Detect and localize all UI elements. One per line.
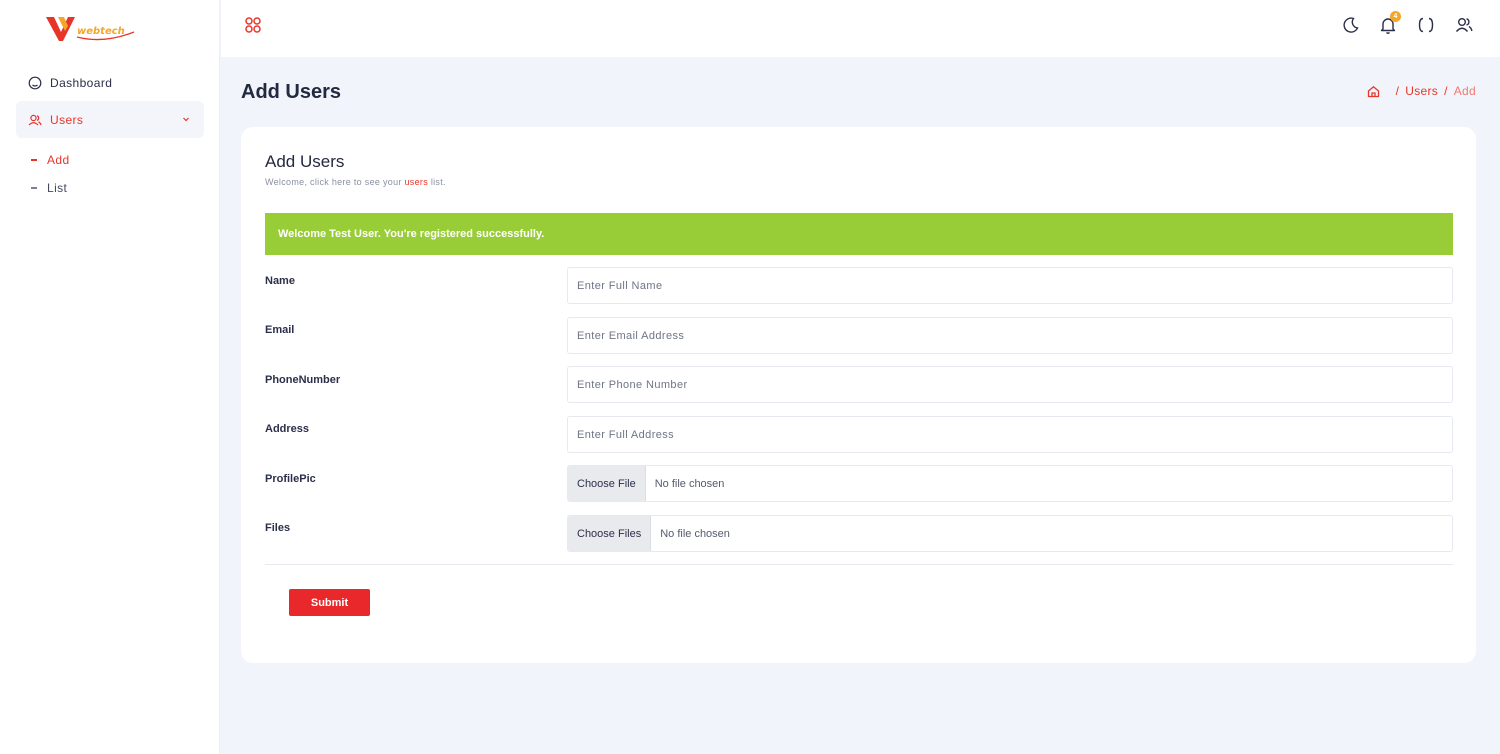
user-icon[interactable] <box>1454 15 1474 35</box>
email-label: Email <box>265 324 295 336</box>
top-header <box>221 0 1500 57</box>
files-file-input[interactable]: Choose Files No file chosen <box>567 515 1453 552</box>
profile-pic-file-input[interactable]: Choose File No file chosen <box>567 465 1453 502</box>
apps-grid-icon[interactable] <box>243 15 263 35</box>
svg-text:webtech: webtech <box>77 26 125 37</box>
add-users-card: Add Users Welcome, click here to see you… <box>241 127 1476 663</box>
users-list-link[interactable]: users <box>405 177 429 187</box>
file-status: No file chosen <box>654 477 725 490</box>
divider <box>265 564 1453 565</box>
submit-button[interactable]: Submit <box>289 589 370 616</box>
fullscreen-icon[interactable] <box>1416 15 1436 35</box>
profile-pic-label: ProfilePic <box>265 473 316 485</box>
users-icon <box>28 113 42 127</box>
choose-files-button[interactable]: Choose Files <box>568 516 652 551</box>
sidebar-subitem-label: Add <box>47 153 70 167</box>
notification-badge: 4 <box>1390 11 1401 22</box>
sidebar-subitem-list[interactable]: List <box>31 181 67 195</box>
phone-label: PhoneNumber <box>265 374 341 386</box>
card-title: Add Users <box>265 152 345 171</box>
choose-file-button[interactable]: Choose File <box>568 466 646 501</box>
sidebar: webtech Dashboard Users Add List <box>0 0 220 754</box>
chevron-down-icon <box>180 113 192 125</box>
home-icon[interactable] <box>1367 85 1380 98</box>
name-input[interactable] <box>567 267 1453 304</box>
breadcrumb-separator: / <box>1444 84 1448 98</box>
dash-bullet <box>31 159 37 161</box>
address-label: Address <box>265 423 310 435</box>
subtitle-text: list. <box>430 177 446 187</box>
breadcrumb-current: Add <box>1453 84 1476 98</box>
sidebar-item-label: Users <box>50 112 84 127</box>
address-input[interactable] <box>567 416 1453 453</box>
moon-icon[interactable] <box>1341 15 1361 35</box>
sidebar-subitem-label: List <box>47 181 68 195</box>
files-label: Files <box>265 522 291 534</box>
breadcrumb-separator: / <box>1395 84 1400 98</box>
breadcrumb: / Users / Add <box>1367 84 1476 98</box>
file-status: No file chosen <box>660 527 730 540</box>
sidebar-item-dashboard[interactable]: Dashboard <box>16 64 204 101</box>
name-label: Name <box>265 275 295 287</box>
sidebar-item-users[interactable]: Users <box>16 101 204 138</box>
email-input[interactable] <box>567 317 1453 354</box>
home-icon <box>28 76 42 90</box>
sidebar-subitem-add[interactable]: Add <box>31 153 70 167</box>
subtitle-text: Welcome, click here to see your <box>265 177 402 187</box>
page-title: Add Users <box>241 81 342 103</box>
dash-bullet <box>31 187 37 189</box>
card-subtitle: Welcome, click here to see your users li… <box>265 177 446 187</box>
webtech-logo[interactable]: webtech <box>44 14 138 44</box>
breadcrumb-users-link[interactable]: Users <box>1405 84 1438 98</box>
phone-input[interactable] <box>567 366 1453 403</box>
sidebar-item-label: Dashboard <box>50 75 113 90</box>
success-alert: Welcome Test User. You're registered suc… <box>265 213 1453 255</box>
